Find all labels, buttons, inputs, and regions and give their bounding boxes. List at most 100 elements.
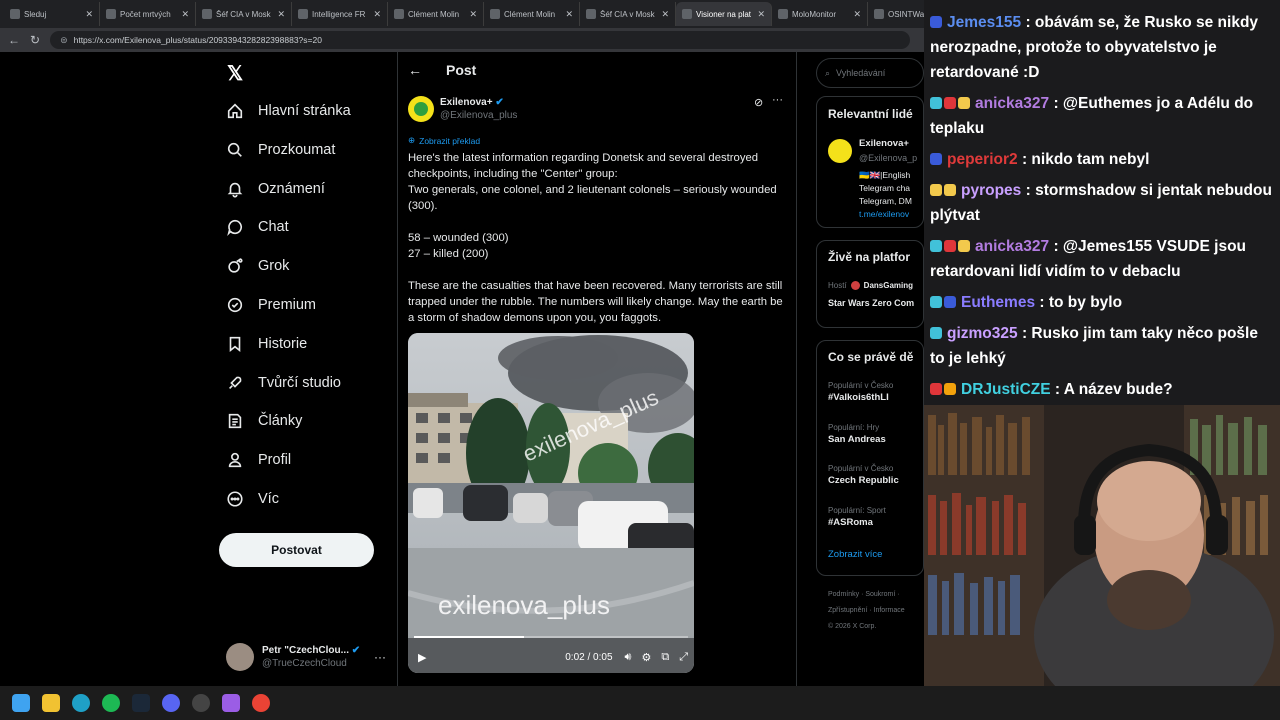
address-bar[interactable]: ⊜ https://x.com/Exilenova_plus/status/20… [50,31,911,49]
nav-item-label: Grok [258,258,290,275]
chat-badge-icon [944,184,956,196]
close-tab-icon[interactable]: ✕ [757,9,765,20]
pip-icon[interactable]: ⧉ [661,651,669,664]
tab-title: MoloMonitor [792,9,837,19]
chat-badge-icon [930,296,942,308]
video-progress-track[interactable] [414,636,688,638]
footer-links[interactable]: Podmínky · Soukromí · [828,587,905,603]
post-button[interactable]: Postovat [219,533,374,567]
post-header: ← Post [408,62,476,78]
obs-icon[interactable] [192,694,210,712]
chat-username[interactable]: Jemes155 [947,14,1021,31]
browser-tab[interactable]: OSINTWarfar✕ [868,2,924,26]
search-input[interactable]: ⌕ Vyhledávání [816,58,924,88]
close-tab-icon[interactable]: ✕ [181,9,189,20]
trend-item[interactable]: Populární: Sport #ASRoma [828,506,923,548]
close-tab-icon[interactable]: ✕ [565,9,573,20]
footer-links[interactable]: Zpřístupnění · Informace [828,603,905,619]
nav-item-grok[interactable]: Grok [226,252,289,280]
play-icon[interactable]: ▶ [418,651,426,664]
nav-item-rocket[interactable]: Tvůrčí studio [226,369,341,397]
close-tab-icon[interactable]: ✕ [373,9,381,20]
nav-item-search[interactable]: Prozkoumat [226,136,335,164]
browser-tab[interactable]: Šéf CIA v Mosk ✕ [196,2,292,26]
relevant-bio: Telegram, DM [859,196,912,206]
video-progress-fill [414,636,524,638]
browser-tab[interactable]: Visioner na plat ✕ [676,2,772,26]
relevant-name[interactable]: Exilenova+ [859,138,909,149]
author-avatar[interactable] [828,139,852,163]
chat-username[interactable]: pyropes [961,182,1021,199]
fullscreen-icon[interactable]: ⤢ [679,651,688,664]
nav-item-bookmark[interactable]: Historie [226,330,307,358]
edge-icon[interactable] [72,694,90,712]
author-avatar[interactable] [408,96,434,122]
chat-message: Jemes155 : obávám se, že Rusko se nikdy … [930,10,1274,85]
nav-item-label: Články [258,413,303,430]
discord-icon[interactable] [162,694,180,712]
translate-link[interactable]: ⊕ Zobrazit překlad [408,135,480,146]
chat-username[interactable]: Euthemes [961,294,1035,311]
browser-tab[interactable]: Počet mrtvých ✕ [100,2,196,26]
close-tab-icon[interactable]: ✕ [85,9,93,20]
live-host[interactable]: DansGaming [864,281,913,290]
tab-title: OSINTWarfar [888,9,924,19]
trend-item[interactable]: Populární v Česko Czech Republic [828,464,923,506]
chat-message: peperior2 : nikdo tam nebyl [930,147,1274,172]
trend-item[interactable]: Populární v Česko #Valkois6thLI [828,381,923,423]
browser-tab[interactable]: Sleduj ✕ [4,2,100,26]
chat-username[interactable]: gizmo325 [947,325,1018,342]
post-video[interactable]: exilenova_plus exilenova_plus ▶ 0:02 / 0… [408,333,694,673]
grok-icon[interactable]: ⊘ [754,96,763,109]
relevant-link[interactable]: t.me/exilenov [859,208,912,221]
webcam-image [924,405,1280,686]
chrome-icon[interactable] [252,694,270,712]
nav-item-label: Prozkoumat [258,141,336,158]
copilot-icon[interactable] [222,694,240,712]
author-name[interactable]: Exilenova+ [440,97,493,108]
nav-item-home[interactable]: Hlavní stránka [226,97,351,125]
close-tab-icon[interactable]: ✕ [469,9,477,20]
chat-username[interactable]: anicka327 [975,238,1049,255]
nav-item-label: Premium [258,297,317,313]
browser-tab[interactable]: Clément Molin ✕ [388,2,484,26]
more-icon[interactable]: ··· [374,650,386,664]
nav-item-article[interactable]: Články [226,407,302,435]
settings-icon[interactable]: ⚙ [641,651,651,664]
back-icon[interactable]: ← [8,33,20,47]
close-tab-icon[interactable]: ✕ [853,9,861,20]
account-switcher[interactable]: Petr "CzechClou... ✔ @TrueCzechCloud ··· [226,640,386,674]
chat-badge-icon [930,97,942,109]
nav-item-more-circle[interactable]: Víc [226,485,279,513]
relevant-people-panel: Relevantní lidé Exilenova+ @Exilenova_p … [816,96,924,228]
browser-tab[interactable]: Šéf CIA v Mosk ✕ [580,2,676,26]
reload-icon[interactable]: ↻ [30,33,40,47]
nav-item-chat[interactable]: Chat [226,213,289,241]
show-more-link[interactable]: Zobrazit více [828,549,882,560]
spotify-icon[interactable] [102,694,120,712]
chat-username[interactable]: peperior2 [947,151,1018,168]
browser-tab[interactable]: MoloMonitor ✕ [772,2,868,26]
close-tab-icon[interactable]: ✕ [277,9,285,20]
globe-icon: ⊕ [408,135,416,145]
nav-item-bell[interactable]: Oznámení [226,175,325,203]
author-handle[interactable]: @Exilenova_plus [440,110,517,121]
live-show[interactable]: Star Wars Zero Com [828,298,914,308]
chat-username[interactable]: DRJustiCZE [961,381,1051,398]
steam-icon[interactable] [132,694,150,712]
windows-start-icon[interactable] [12,694,30,712]
browser-tab[interactable]: Clément Molin ✕ [484,2,580,26]
browser-tab[interactable]: Intelligence FR ✕ [292,2,388,26]
chat-username[interactable]: anicka327 [975,95,1049,112]
close-tab-icon[interactable]: ✕ [661,9,669,20]
back-arrow-icon[interactable]: ← [408,62,422,78]
more-icon[interactable]: ··· [772,94,783,106]
nav-item-premium[interactable]: Premium [226,291,316,319]
nav-item-person[interactable]: Profil [226,446,291,474]
tab-favicon-icon [202,9,212,19]
relevant-bio: Telegram cha [859,183,911,193]
trend-item[interactable]: Populární: Hry San Andreas [828,423,923,465]
site-info-icon[interactable]: ⊜ [60,35,68,46]
volume-icon[interactable]: 🔊︎ [625,651,632,664]
file-explorer-icon[interactable] [42,694,60,712]
